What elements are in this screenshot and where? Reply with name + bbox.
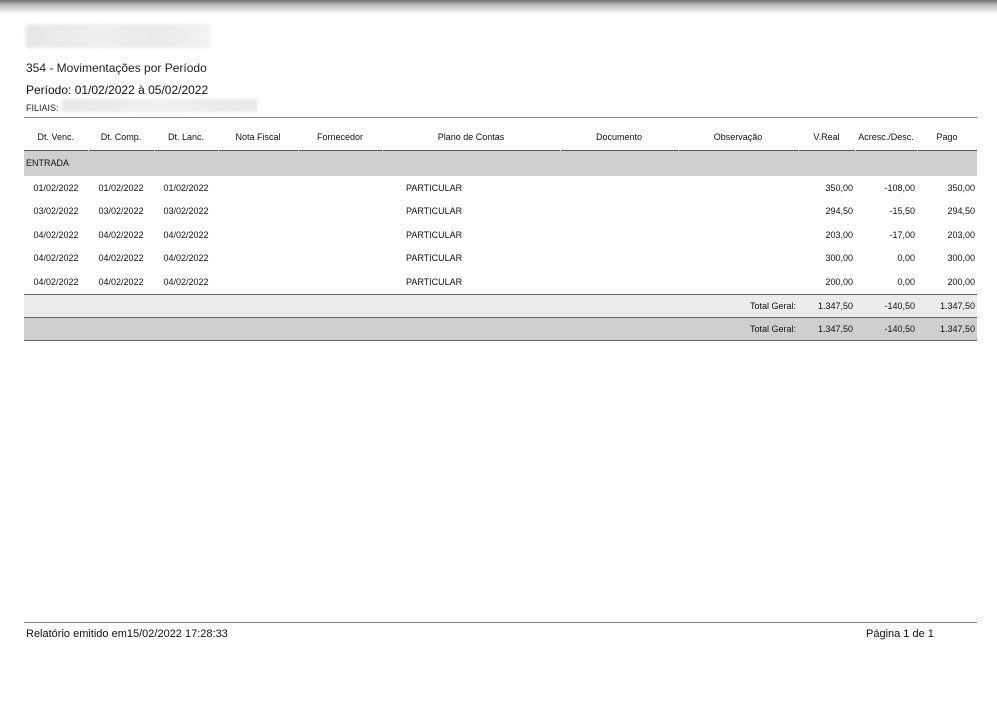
cell-plano-contas: PARTICULAR <box>406 229 463 240</box>
cell-v-real: 294,50 <box>825 206 853 217</box>
cell-v-real: 300,00 <box>825 253 853 264</box>
cell-v-real: 350,00 <box>825 182 853 193</box>
grand-total-label: Total Geral: <box>24 316 798 341</box>
section-total-row: Total Geral: 1.347,50 -140,50 1.347,50 <box>24 293 977 317</box>
cell-plano-contas: PARTICULAR <box>406 276 463 287</box>
cell-documento <box>560 176 678 200</box>
cell-documento <box>560 200 678 224</box>
cell-dt-comp: 04/02/2022 <box>98 276 144 287</box>
movements-table: Dt. Venc. Dt. Comp. Dt. Lanc. Nota Fisca… <box>24 124 978 341</box>
cell-plano-contas: PARTICULAR <box>406 206 463 217</box>
cell-dt-comp: 03/02/2022 <box>98 206 144 217</box>
cell-documento <box>560 247 678 271</box>
cell-fornecedor <box>298 223 382 247</box>
cell-acresc-desc: -17,00 <box>889 229 915 240</box>
cell-dt-comp: 01/02/2022 <box>98 182 144 193</box>
viewer-top-bar <box>0 0 997 14</box>
section-total-pago: 1.347,50 <box>917 293 977 317</box>
cell-dt-lanc: 01/02/2022 <box>163 182 209 193</box>
redacted-company-name <box>26 24 210 48</box>
cell-nota-fiscal <box>218 247 298 271</box>
cell-pago: 350,00 <box>947 182 975 193</box>
cell-nota-fiscal <box>218 176 298 200</box>
footer-divider <box>24 622 977 623</box>
cell-pago: 203,00 <box>947 229 975 240</box>
report-page: 354 - Movimentações por Período Período:… <box>0 14 997 703</box>
cell-observacao <box>678 270 798 294</box>
cell-nota-fiscal <box>218 223 298 247</box>
cell-pago: 294,50 <box>947 206 975 217</box>
grand-total-v-real: 1.347,50 <box>798 316 855 341</box>
report-title: 354 - Movimentações por Período <box>26 61 207 75</box>
col-dt-lanc: Dt. Lanc. <box>154 124 219 151</box>
cell-acresc-desc: -108,00 <box>884 182 915 193</box>
table-row: 01/02/2022 01/02/2022 01/02/2022 PARTICU… <box>24 176 977 200</box>
cell-dt-lanc: 04/02/2022 <box>163 229 209 240</box>
report-period: Período: 01/02/2022 à 05/02/2022 <box>26 83 209 97</box>
cell-pago: 300,00 <box>947 253 975 264</box>
redacted-filiais <box>62 99 257 112</box>
cell-v-real: 203,00 <box>825 229 853 240</box>
col-dt-venc: Dt. Venc. <box>24 124 89 151</box>
table-row: 04/02/2022 04/02/2022 04/02/2022 PARTICU… <box>24 223 977 247</box>
grand-total-acresc-desc: -140,50 <box>855 316 917 341</box>
col-nota-fiscal: Nota Fiscal <box>218 124 299 151</box>
cell-documento <box>560 270 678 294</box>
cell-fornecedor <box>298 176 382 200</box>
header-divider <box>24 117 977 118</box>
cell-acresc-desc: 0,00 <box>897 253 915 264</box>
cell-dt-venc: 04/02/2022 <box>33 253 79 264</box>
cell-nota-fiscal <box>218 270 298 294</box>
cell-dt-comp: 04/02/2022 <box>98 229 144 240</box>
grand-total-row: Total Geral: 1.347,50 -140,50 1.347,50 <box>24 316 977 341</box>
col-acresc-desc: Acresc./Desc. <box>855 124 918 151</box>
page-indicator: Página 1 de 1 <box>866 628 934 640</box>
cell-dt-lanc: 04/02/2022 <box>163 253 209 264</box>
cell-dt-lanc: 04/02/2022 <box>163 276 209 287</box>
cell-plano-contas: PARTICULAR <box>406 182 463 193</box>
table-row: 03/02/2022 03/02/2022 03/02/2022 PARTICU… <box>24 200 977 224</box>
grand-total-pago: 1.347,50 <box>917 316 977 341</box>
section-row-entrada: ENTRADA <box>24 150 977 176</box>
col-observacao: Observação <box>678 124 799 151</box>
cell-fornecedor <box>298 200 382 224</box>
cell-dt-lanc: 03/02/2022 <box>163 206 209 217</box>
report-emitted-timestamp: Relatório emitido em15/02/2022 17:28:33 <box>26 628 228 640</box>
cell-documento <box>560 223 678 247</box>
cell-dt-venc: 04/02/2022 <box>33 229 79 240</box>
col-v-real: V.Real <box>798 124 856 151</box>
section-total-label: Total Geral: <box>24 293 798 317</box>
cell-v-real: 200,00 <box>825 276 853 287</box>
cell-dt-venc: 04/02/2022 <box>33 276 79 287</box>
section-total-v-real: 1.347,50 <box>798 293 855 317</box>
table-row: 04/02/2022 04/02/2022 04/02/2022 PARTICU… <box>24 270 977 294</box>
section-total-acresc-desc: -140,50 <box>855 293 917 317</box>
section-label: ENTRADA <box>24 150 977 176</box>
cell-observacao <box>678 176 798 200</box>
cell-observacao <box>678 247 798 271</box>
cell-dt-venc: 01/02/2022 <box>33 182 79 193</box>
cell-observacao <box>678 223 798 247</box>
cell-observacao <box>678 200 798 224</box>
col-dt-comp: Dt. Comp. <box>88 124 155 151</box>
cell-acresc-desc: 0,00 <box>897 276 915 287</box>
cell-dt-venc: 03/02/2022 <box>33 206 79 217</box>
table-row: 04/02/2022 04/02/2022 04/02/2022 PARTICU… <box>24 247 977 271</box>
col-documento: Documento <box>560 124 679 151</box>
table-header-row: Dt. Venc. Dt. Comp. Dt. Lanc. Nota Fisca… <box>24 124 978 151</box>
cell-dt-comp: 04/02/2022 <box>98 253 144 264</box>
cell-fornecedor <box>298 270 382 294</box>
cell-pago: 200,00 <box>947 276 975 287</box>
col-fornecedor: Fornecedor <box>298 124 383 151</box>
col-plano-contas: Plano de Contas <box>382 124 561 151</box>
cell-fornecedor <box>298 247 382 271</box>
cell-nota-fiscal <box>218 200 298 224</box>
cell-plano-contas: PARTICULAR <box>406 253 463 264</box>
col-pago: Pago <box>917 124 978 151</box>
filiais-label: FILIAIS: <box>26 103 59 113</box>
cell-acresc-desc: -15,50 <box>889 206 915 217</box>
